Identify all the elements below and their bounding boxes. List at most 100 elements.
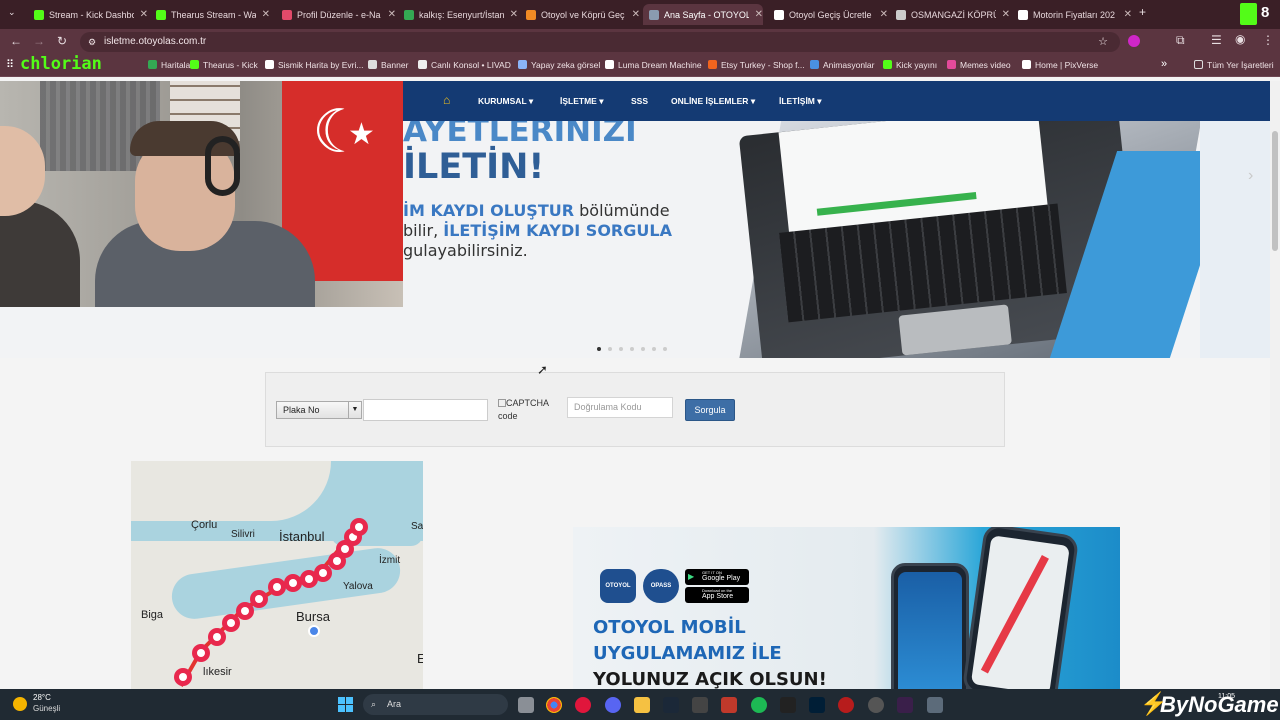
bookmark-item[interactable]: Animasyonlar [810,60,875,70]
slider-dot[interactable] [663,347,667,351]
bookmark-star-icon[interactable]: ☆ [1098,32,1108,52]
nav-online-islemler[interactable]: ONLİNE İŞLEMLER ▾ [671,96,755,107]
bookmark-item[interactable]: Haritalar [148,60,193,70]
slider-next-icon[interactable]: › [1248,167,1253,185]
weather-icon[interactable] [13,697,27,711]
nav-isletme[interactable]: İŞLETME ▾ [560,96,603,107]
close-tab-icon[interactable]: ✕ [880,9,888,20]
close-tab-icon[interactable]: ✕ [1002,9,1010,20]
app-store-button[interactable]: Download on the App Store [685,587,749,603]
media-icon[interactable]: ☰ [1211,33,1222,47]
close-tab-icon[interactable]: ✕ [1124,9,1132,20]
slider-dot[interactable] [641,347,645,351]
query-button[interactable]: Sorgula [685,399,735,421]
apps-icon[interactable]: ⠿ [6,58,14,71]
tab-search-icon[interactable]: ⌄ [8,7,16,18]
close-tab-icon[interactable]: ✕ [262,9,270,20]
hero-line4: bilir, İLETİŞİM KAYDI SORGULA [403,221,672,240]
slider-dot[interactable] [608,347,612,351]
tab-favicon-icon [896,9,906,20]
browser-tab[interactable]: OSMANGAZİ KÖPRÜ ✕ [890,4,1010,25]
browser-tab[interactable]: Motorin Fiyatları 202 ✕ [1012,4,1132,25]
taskbar-search[interactable]: ⌕ Ara [363,694,508,715]
calculator-icon[interactable] [927,697,943,713]
route-map[interactable]: Çorlu İstanbul Silivri İzmit Yalova Biga… [131,461,423,689]
start-button[interactable] [338,697,353,712]
home-icon[interactable]: ⌂ [443,93,450,107]
site-info-icon[interactable]: ⚙ [88,32,96,52]
plate-input[interactable] [363,399,488,421]
menu-icon[interactable]: ⋮ [1262,33,1274,47]
browser-tab[interactable]: Profil Düzenle - e-Na ✕ [276,4,396,25]
task-view-icon[interactable] [518,697,534,713]
bookmark-favicon-icon [190,60,199,69]
google-play-icon: ▶ [688,572,695,581]
forward-icon[interactable]: → [33,34,45,48]
nav-iletisim[interactable]: İLETİŞİM ▾ [779,96,822,107]
bookmark-favicon-icon [605,60,614,69]
slider-dot[interactable] [630,347,634,351]
slider-dot[interactable] [597,347,601,351]
app-icon[interactable] [721,697,737,713]
new-tab-button[interactable]: + [1139,5,1146,19]
bookmark-item[interactable]: Home | PixVerse [1022,60,1098,70]
browser-tab[interactable]: kalkış: Esenyurt/İstan ✕ [398,4,518,25]
browser-tab[interactable]: Ana Sayfa - OTOYOL ✕ [643,4,763,25]
verification-code-input[interactable]: Doğrulama Kodu [567,397,673,418]
file-explorer-icon[interactable] [634,697,650,713]
close-tab-icon[interactable]: ✕ [632,9,640,20]
reload-icon[interactable]: ↻ [57,34,67,48]
more-bookmarks-icon[interactable]: » [1161,58,1167,70]
chrome-icon[interactable] [546,697,562,713]
bookmark-item[interactable]: Yapay zeka görsel [518,60,600,70]
kick-logo-icon [1240,3,1257,25]
opera-gx-icon[interactable] [575,697,591,713]
page-scrollbar[interactable] [1270,81,1280,689]
extensions-icon[interactable]: ⧉ [1176,33,1185,48]
all-bookmarks-link[interactable]: Tüm Yer İşaretleri [1194,60,1274,70]
close-tab-icon[interactable]: ✕ [755,9,763,20]
premiere-icon[interactable] [897,697,913,713]
mobile-app-banner[interactable]: OTOYOL OPASS ▶ GET IT ON Google Play Dow… [573,527,1120,689]
address-bar[interactable]: ⚙ isletme.otoyolas.com.tr ☆ [80,32,1120,52]
bookmark-item[interactable]: Memes video [947,60,1011,70]
slider-dot[interactable] [652,347,656,351]
captcha-image: CAPTCHA code [498,398,550,421]
game-icon[interactable] [838,697,854,713]
bookmark-item[interactable]: Thearus - Kick [190,60,258,70]
browser-tab[interactable]: Otoyol ve Köprü Geç ✕ [520,4,640,25]
close-tab-icon[interactable]: ✕ [140,9,148,20]
bookmark-item[interactable]: Sismik Harita by Evri... [265,60,364,70]
spotify-icon[interactable] [751,697,767,713]
bookmark-item[interactable]: Etsy Turkey - Shop f... [708,60,805,70]
tab-favicon-icon [282,9,292,20]
scrollbar-thumb[interactable] [1272,131,1278,251]
browser-tab[interactable]: Stream - Kick Dashbo ✕ [28,4,148,25]
bookmark-item[interactable]: Canlı Konsol • LIVAD [418,60,511,70]
epic-games-icon[interactable] [780,697,796,713]
browser-tab[interactable]: Otoyol Geçiş Ücretle ✕ [768,4,888,25]
steam-icon[interactable] [663,697,679,713]
query-type-select[interactable]: Plaka No ▼ [276,401,362,419]
nav-sss[interactable]: SSS [631,96,648,106]
google-play-button[interactable]: ▶ GET IT ON Google Play [685,569,749,585]
capcut-icon[interactable] [692,697,708,713]
toll-pin-center [197,649,205,657]
bookmark-item[interactable]: Banner [368,60,408,70]
bookmark-item[interactable]: Luma Dream Machine [605,60,702,70]
close-tab-icon[interactable]: ✕ [510,9,518,20]
discord-icon[interactable] [605,697,621,713]
browser-tab[interactable]: Thearus Stream - Wa ✕ [150,4,270,25]
slider-dot[interactable] [619,347,623,351]
bookmark-favicon-icon [947,60,956,69]
bookmark-item[interactable]: Kick yayını [883,60,937,70]
nav-kurumsal[interactable]: KURUMSAL ▾ [478,96,533,107]
browser-toolbar: ← → ↻ ⚙ isletme.otoyolas.com.tr ☆ ⧉ ☰ ◉ … [0,29,1280,55]
close-tab-icon[interactable]: ✕ [388,9,396,20]
profile-icon[interactable]: ◉ [1235,32,1245,46]
extension-icon[interactable] [1128,35,1140,47]
back-icon[interactable]: ← [10,34,22,48]
bynogame-logo-icon: ⚡ [1140,691,1168,716]
obs-icon[interactable] [868,697,884,713]
photoshop-icon[interactable] [809,697,825,713]
